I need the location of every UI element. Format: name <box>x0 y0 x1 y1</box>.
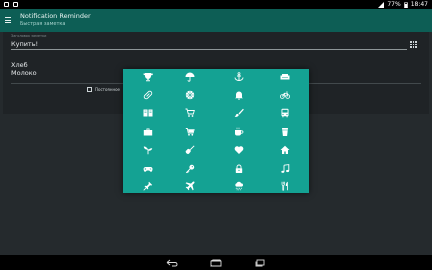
battery-icon <box>403 1 408 8</box>
menu-icon[interactable] <box>5 17 11 23</box>
book-icon[interactable] <box>141 106 155 120</box>
key-icon[interactable] <box>183 162 197 176</box>
trophy-icon[interactable] <box>141 70 155 84</box>
title-input[interactable]: Купить! <box>11 39 407 50</box>
brush-icon[interactable] <box>232 106 246 120</box>
home-icon[interactable] <box>278 143 292 157</box>
plant-icon[interactable] <box>141 143 155 157</box>
cart-icon[interactable] <box>183 125 197 139</box>
title-caption: Заголовок заметки <box>11 34 47 38</box>
back-icon[interactable] <box>165 258 179 267</box>
recents-icon[interactable] <box>253 258 267 267</box>
sofa-icon[interactable] <box>278 70 292 84</box>
notification-icon <box>4 2 9 7</box>
guitar-icon[interactable] <box>183 143 197 157</box>
gamepad-icon[interactable] <box>141 162 155 176</box>
home-icon[interactable] <box>209 258 223 267</box>
coffee-icon[interactable] <box>232 125 246 139</box>
icon-picker-icon[interactable] <box>410 41 417 48</box>
app-subtitle: Быстрая заметка <box>20 21 66 27</box>
notification-icon-2 <box>13 2 18 7</box>
bus-icon[interactable] <box>278 106 292 120</box>
status-bar: 77% 18:47 <box>0 0 432 9</box>
icon-picker-dialog <box>123 69 309 193</box>
heart-icon[interactable] <box>232 143 246 157</box>
anchor-icon[interactable] <box>232 70 246 84</box>
umbrella-icon[interactable] <box>183 70 197 84</box>
persistent-checkbox[interactable] <box>87 87 92 92</box>
ball-icon[interactable] <box>183 88 197 102</box>
bicycle-icon[interactable] <box>278 88 292 102</box>
briefcase-icon[interactable] <box>141 125 155 139</box>
cup-icon[interactable] <box>278 125 292 139</box>
airplane-icon[interactable] <box>183 179 197 193</box>
pin-icon[interactable] <box>141 179 155 193</box>
persistent-option[interactable]: Постоянное <box>87 87 120 92</box>
music-note-icon[interactable] <box>278 162 292 176</box>
rain-cloud-icon[interactable] <box>232 179 246 193</box>
bell-icon[interactable] <box>232 88 246 102</box>
signal-icon <box>378 1 385 8</box>
screen: 77% 18:47 Notification Reminder Быстрая … <box>0 0 432 270</box>
action-bar: Notification Reminder Быстрая заметка <box>0 9 432 32</box>
lock-icon[interactable] <box>232 162 246 176</box>
pill-icon[interactable] <box>141 88 155 102</box>
clock: 18:47 <box>410 1 428 8</box>
shopping-cart-icon[interactable] <box>183 106 197 120</box>
app-title: Notification Reminder <box>20 12 91 20</box>
navigation-bar <box>0 255 432 270</box>
persistent-label: Постоянное <box>95 87 120 92</box>
battery-percent: 77% <box>387 1 401 8</box>
cutlery-icon[interactable] <box>278 179 292 193</box>
